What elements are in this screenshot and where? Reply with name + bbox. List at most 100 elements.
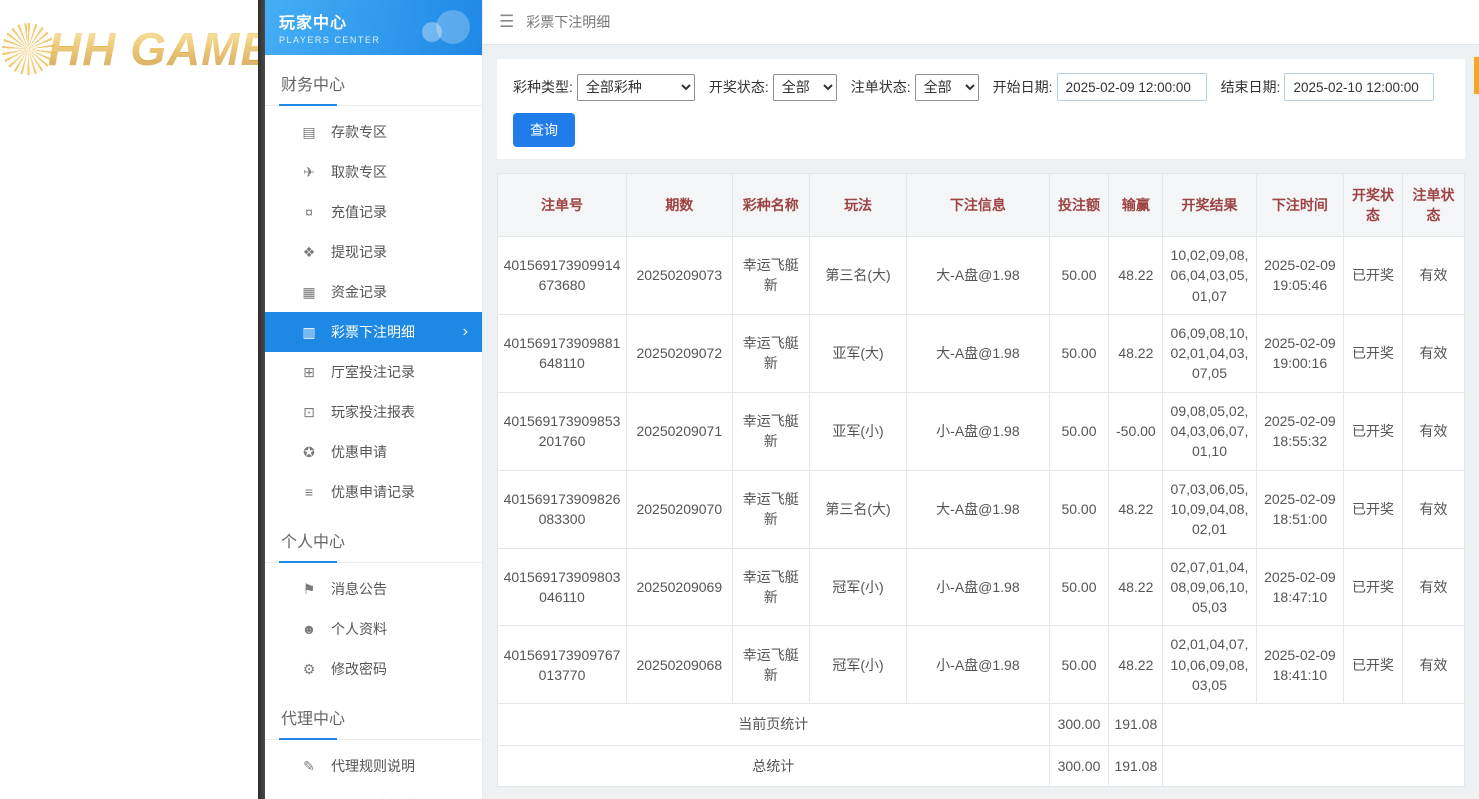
- lottery-type-select[interactable]: 全部彩种: [577, 74, 695, 101]
- cashout-icon: ❖: [299, 244, 319, 261]
- start-date-input[interactable]: [1057, 73, 1207, 101]
- cell-lottery-name: 幸运飞艇新: [732, 548, 809, 626]
- cell-bet-info: 大-A盘@1.98: [907, 237, 1049, 315]
- cell-bet-amount: 50.00: [1049, 237, 1109, 315]
- sidebar-section-title: 财务中心: [265, 55, 482, 106]
- cell-lottery-name: 幸运飞艇新: [732, 314, 809, 392]
- funds-icon: ▦: [299, 284, 319, 301]
- bets-table-card: 注单号期数彩种名称玩法下注信息投注额输赢开奖结果下注时间开奖状态注单状态 401…: [497, 173, 1465, 787]
- cell-period: 20250209068: [627, 626, 733, 704]
- sidebar-item-agent-rules[interactable]: ✎代理规则说明: [265, 746, 482, 786]
- sidebar-item-player-report[interactable]: ⊡ 玩家投注报表: [265, 392, 482, 432]
- deposit-icon: ▤: [299, 124, 319, 141]
- sidebar-item-agent-team[interactable]: ⊟代理团队统计: [265, 786, 482, 799]
- cell-win-loss: 48.22: [1109, 626, 1163, 704]
- sidebar-item-label: 消息公告: [331, 579, 387, 599]
- hamburger-menu-icon[interactable]: ☰: [499, 12, 514, 32]
- sidebar-item-withdraw[interactable]: ✈取款专区: [265, 152, 482, 192]
- cell-bet-amount: 50.00: [1049, 314, 1109, 392]
- cell-order-no: 401569173909881648110: [498, 314, 627, 392]
- table-row: 40156917390982608330020250209070幸运飞艇新第三名…: [498, 470, 1465, 548]
- cell-bet-amount: 50.00: [1049, 392, 1109, 470]
- cell-draw-status: 已开奖: [1344, 237, 1403, 315]
- sidebar-item-promo-log[interactable]: ≡优惠申请记录: [265, 472, 482, 512]
- cell-win-loss: -50.00: [1109, 392, 1163, 470]
- cell-lottery-name: 幸运飞艇新: [732, 237, 809, 315]
- firework-decoration-icon: [2, 23, 54, 75]
- bell-icon: ⚑: [299, 581, 319, 598]
- sidebar-item-deposit[interactable]: ▤存款专区: [265, 112, 482, 152]
- end-date-label: 结束日期:: [1221, 77, 1281, 97]
- summary-empty: [1163, 704, 1465, 745]
- cell-order-no: 401569173909803046110: [498, 548, 627, 626]
- column-header: 开奖结果: [1163, 174, 1256, 237]
- cell-order-status: 有效: [1402, 314, 1464, 392]
- cell-bet-info: 大-A盘@1.98: [907, 470, 1049, 548]
- sidebar-item-lottery-bets[interactable]: ▥彩票下注明细›: [265, 312, 482, 352]
- content: 彩种类型: 全部彩种 开奖状态: 全部 注单状态: 全部 开始日期: 结束日期:: [483, 45, 1479, 799]
- column-header: 下注信息: [907, 174, 1049, 237]
- sidebar-item-recharge-log[interactable]: ¤充值记录: [265, 192, 482, 232]
- start-date-label: 开始日期:: [993, 77, 1053, 97]
- cell-bet-amount: 50.00: [1049, 548, 1109, 626]
- column-header: 注单号: [498, 174, 627, 237]
- cell-draw-result: 10,02,09,08,06,04,03,05,01,07: [1163, 237, 1256, 315]
- cell-play-type: 亚军(大): [809, 314, 907, 392]
- table-row: 40156917390976701377020250209068幸运飞艇新冠军(…: [498, 626, 1465, 704]
- lottery-type-label: 彩种类型:: [513, 77, 573, 97]
- cell-draw-status: 已开奖: [1344, 548, 1403, 626]
- sidebar-item-password[interactable]: ⚙修改密码: [265, 649, 482, 689]
- table-row: 40156917390985320176020250209071幸运飞艇新亚军(…: [498, 392, 1465, 470]
- player-report-icon: ⊡: [299, 404, 319, 421]
- sidebar-item-funds-log[interactable]: ▦资金记录: [265, 272, 482, 312]
- brand-logo: HH GAME: [2, 22, 258, 76]
- end-date-input[interactable]: [1284, 73, 1434, 101]
- sidebar-item-profile[interactable]: ☻个人资料: [265, 609, 482, 649]
- brand-logo-text: HH GAME: [48, 22, 258, 76]
- column-header: 注单状态: [1402, 174, 1464, 237]
- cell-win-loss: 48.22: [1109, 548, 1163, 626]
- cell-draw-result: 06,09,08,10,02,01,04,03,07,05: [1163, 314, 1256, 392]
- column-header: 期数: [627, 174, 733, 237]
- summary-bet-total: 300.00: [1049, 704, 1109, 745]
- order-status-label: 注单状态:: [851, 77, 911, 97]
- table-header-row: 注单号期数彩种名称玩法下注信息投注额输赢开奖结果下注时间开奖状态注单状态: [498, 174, 1465, 237]
- sidebar-item-hall-bets[interactable]: ⊞厅室投注记录: [265, 352, 482, 392]
- filter-panel: 彩种类型: 全部彩种 开奖状态: 全部 注单状态: 全部 开始日期: 结束日期:: [497, 59, 1465, 159]
- column-header: 玩法: [809, 174, 907, 237]
- column-header: 开奖状态: [1344, 174, 1403, 237]
- order-status-select[interactable]: 全部: [915, 74, 979, 101]
- summary-empty: [1163, 745, 1465, 786]
- sidebar-item-label: 优惠申请: [331, 442, 387, 462]
- sidebar-item-announcements[interactable]: ⚑ 消息公告: [265, 569, 482, 609]
- cell-lottery-name: 幸运飞艇新: [732, 626, 809, 704]
- sidebar-item-cashout-log[interactable]: ❖提现记录: [265, 232, 482, 272]
- sidebar-item-label: 玩家投注报表: [331, 402, 415, 422]
- table-row: 40156917390991467368020250209073幸运飞艇新第三名…: [498, 237, 1465, 315]
- cell-play-type: 冠军(小): [809, 548, 907, 626]
- sidebar-sections: 财务中心 ▤存款专区✈取款专区¤充值记录❖提现记录▦资金记录▥彩票下注明细›⊞厅室…: [265, 55, 482, 799]
- table-row: 40156917390988164811020250209072幸运飞艇新亚军(…: [498, 314, 1465, 392]
- lottery-bets-icon: ▥: [299, 324, 319, 341]
- cell-period: 20250209072: [627, 314, 733, 392]
- draw-status-select[interactable]: 全部: [773, 74, 837, 101]
- sidebar-item-label: 个人资料: [331, 619, 387, 639]
- sidebar-item-label: 厅室投注记录: [331, 362, 415, 382]
- topbar: ☰ 彩票下注明细: [483, 0, 1479, 45]
- column-header: 输赢: [1109, 174, 1163, 237]
- cell-bet-time: 2025-02-09 19:00:16: [1256, 314, 1343, 392]
- summary-winloss-total: 191.08: [1109, 745, 1163, 786]
- sidebar-item-label: 优惠申请记录: [331, 482, 415, 502]
- search-button[interactable]: 查询: [513, 113, 575, 147]
- sidebar-item-promo-apply[interactable]: ✪优惠申请: [265, 432, 482, 472]
- bets-table: 注单号期数彩种名称玩法下注信息投注额输赢开奖结果下注时间开奖状态注单状态 401…: [497, 173, 1465, 787]
- cell-bet-info: 小-A盘@1.98: [907, 548, 1049, 626]
- summary-row: 总统计300.00191.08: [498, 745, 1465, 786]
- cell-bet-amount: 50.00: [1049, 626, 1109, 704]
- cell-play-type: 冠军(小): [809, 626, 907, 704]
- cell-bet-amount: 50.00: [1049, 470, 1109, 548]
- cell-bet-time: 2025-02-09 18:51:00: [1256, 470, 1343, 548]
- column-header: 投注额: [1049, 174, 1109, 237]
- cell-period: 20250209071: [627, 392, 733, 470]
- cell-draw-result: 07,03,06,05,10,09,04,08,02,01: [1163, 470, 1256, 548]
